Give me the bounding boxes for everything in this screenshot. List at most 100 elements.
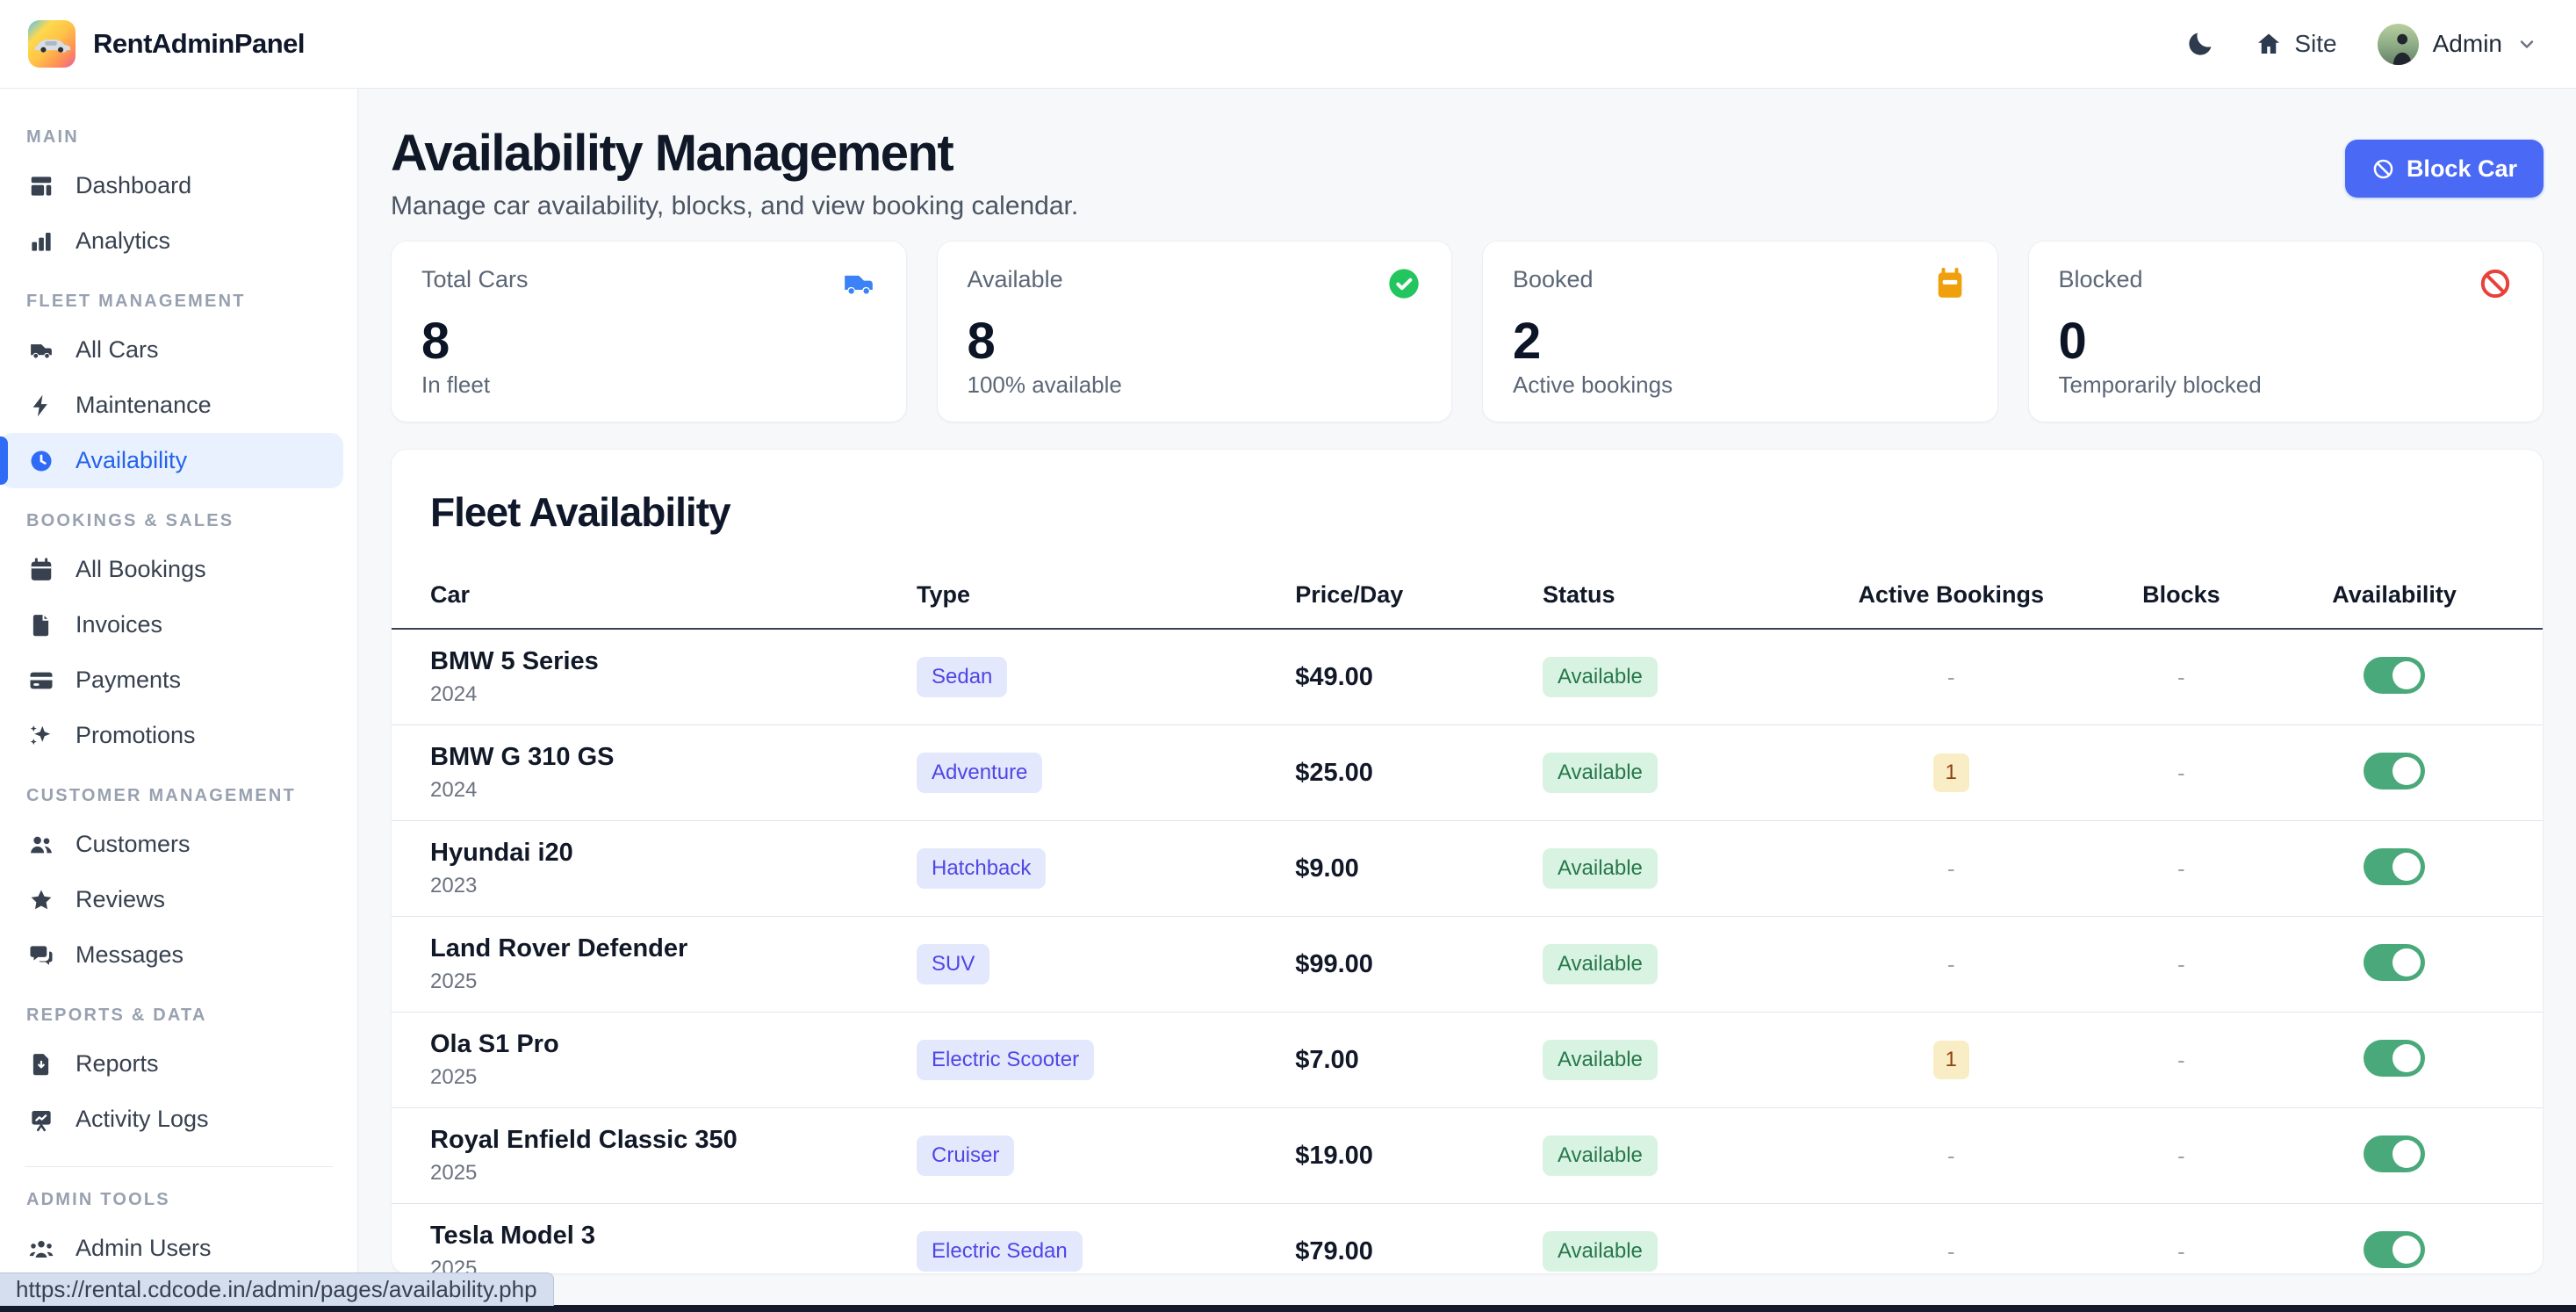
status-badge: Available [1543,1231,1658,1272]
sidebar-item-label: Reports [76,1050,159,1078]
price-per-day: $7.00 [1295,1046,1359,1074]
availability-toggle[interactable] [2364,753,2425,789]
availability-toggle[interactable] [2364,1231,2425,1268]
blocks-dash: - [2177,1143,2185,1169]
car-year: 2025 [430,1065,899,1090]
sidebar-item-all-bookings[interactable]: All Bookings [0,542,343,597]
bottom-edge-strip [0,1305,2576,1312]
sidebar-item-maintenance[interactable]: Maintenance [0,378,343,433]
link-preview-url: https://rental.cdcode.in/admin/pages/ava… [16,1276,537,1303]
blocks-dash: - [2177,1238,2185,1265]
sidebar-item-label: Analytics [76,227,170,255]
column-header-type: Type [908,569,1286,629]
stat-subtext: Temporarily blocked [2059,371,2514,399]
sidebar-item-activity-logs[interactable]: Activity Logs [0,1092,343,1147]
sidebar-item-label: Invoices [76,611,162,638]
sidebar-item-label: Dashboard [76,172,191,199]
credit-card-icon [28,667,54,694]
clock-icon [28,448,54,474]
user-menu[interactable]: Admin [2378,24,2537,65]
stat-label: Available [968,266,1063,293]
sidebar-item-label: All Bookings [76,556,206,583]
column-header-blocks: Blocks [2087,569,2277,629]
block-car-button[interactable]: Block Car [2345,140,2544,198]
sidebar-item-label: Customers [76,831,191,858]
type-badge: Adventure [917,753,1042,793]
car-year: 2025 [430,970,899,994]
admin-users-icon [28,1236,54,1262]
availability-toggle[interactable] [2364,944,2425,981]
sidebar-item-reports[interactable]: Reports [0,1036,343,1092]
column-header-active-bookings: Active Bookings [1816,569,2087,629]
sidebar-item-availability[interactable]: Availability [0,433,343,488]
brand[interactable]: RentAdminPanel [28,20,305,68]
status-badge: Available [1543,657,1658,697]
sidebar-item-invoices[interactable]: Invoices [0,597,343,652]
table-body: BMW 5 Series2024Sedan$49.00Available--BM… [392,629,2543,1274]
sidebar-item-all-cars[interactable]: All Cars [0,322,343,378]
home-icon [2256,31,2282,57]
fleet-table: CarTypePrice/DayStatusActive BookingsBlo… [392,569,2543,1274]
blocks-dash: - [2177,760,2185,786]
site-link[interactable]: Site [2256,30,2336,58]
sidebar-item-label: Reviews [76,886,165,913]
car-name: Hyundai i20 [430,839,899,868]
dark-mode-toggle[interactable] [2185,29,2215,59]
page-subtitle: Manage car availability, blocks, and vie… [391,191,1078,221]
sidebar-section-label: CUSTOMER MANAGEMENT [26,786,357,806]
car-year: 2025 [430,1257,899,1274]
sidebar-section-label: REPORTS & DATA [26,1006,357,1026]
column-header-price-day: Price/Day [1286,569,1534,629]
availability-toggle[interactable] [2364,848,2425,885]
column-header-availability: Availability [2276,569,2543,629]
check-circle-icon [1386,266,1421,301]
main-content: Availability Management Manage car avail… [358,89,2576,1312]
stat-card-booked: Booked 2 Active bookings [1482,241,1998,422]
table-row: BMW G 310 GS2024Adventure$25.00Available… [392,725,2543,821]
sidebar-item-reviews[interactable]: Reviews [0,872,343,927]
availability-toggle[interactable] [2364,657,2425,694]
active-bookings-dash: - [1947,1238,1955,1265]
active-bookings-dash: - [1947,951,1955,977]
stat-card-total-cars: Total Cars 8 In fleet [391,241,907,422]
report-icon [28,1051,54,1078]
sidebar-item-messages[interactable]: Messages [0,927,343,983]
car-year: 2024 [430,682,899,707]
sidebar-item-label: All Cars [76,336,159,364]
price-per-day: $9.00 [1295,854,1359,883]
sidebar-item-label: Promotions [76,722,196,749]
status-badge: Available [1543,944,1658,984]
availability-toggle[interactable] [2364,1135,2425,1172]
car-name: Royal Enfield Classic 350 [430,1126,899,1155]
car-name: Land Rover Defender [430,934,899,963]
sidebar-item-customers[interactable]: Customers [0,817,343,872]
app-logo-icon [28,20,76,68]
fleet-availability-card: Fleet Availability CarTypePrice/DayStatu… [391,449,2544,1274]
table-row: Ola S1 Pro2025Electric Scooter$7.00Avail… [392,1013,2543,1108]
site-link-label: Site [2294,30,2336,58]
sidebar-section-label: ADMIN TOOLS [26,1190,357,1210]
sidebar-item-payments[interactable]: Payments [0,652,343,708]
topbar: RentAdminPanel Site Admin [0,0,2576,89]
sidebar-item-analytics[interactable]: Analytics [0,213,343,269]
car-icon [841,266,876,301]
sidebar-item-label: Admin Users [76,1235,212,1262]
type-badge: Sedan [917,657,1007,697]
availability-toggle[interactable] [2364,1040,2425,1077]
car-name: BMW G 310 GS [430,743,899,772]
sidebar-item-admin-users[interactable]: Admin Users [0,1221,343,1276]
users-icon [28,832,54,858]
page-title: Availability Management [391,124,1078,183]
chevron-down-icon [2516,33,2537,54]
sidebar-item-dashboard[interactable]: Dashboard [0,158,343,213]
active-bookings-dash: - [1947,664,1955,690]
sidebar-section-label: BOOKINGS & SALES [26,511,357,531]
car-year: 2025 [430,1161,899,1186]
user-name: Admin [2433,30,2502,58]
status-badge: Available [1543,848,1658,889]
sidebar-divider [25,1166,333,1167]
stat-value: 2 [1513,315,1968,369]
sidebar-item-promotions[interactable]: Promotions [0,708,343,763]
stat-subtext: Active bookings [1513,371,1968,399]
stats-row: Total Cars 8 In fleet Available 8 100% a… [391,241,2544,422]
